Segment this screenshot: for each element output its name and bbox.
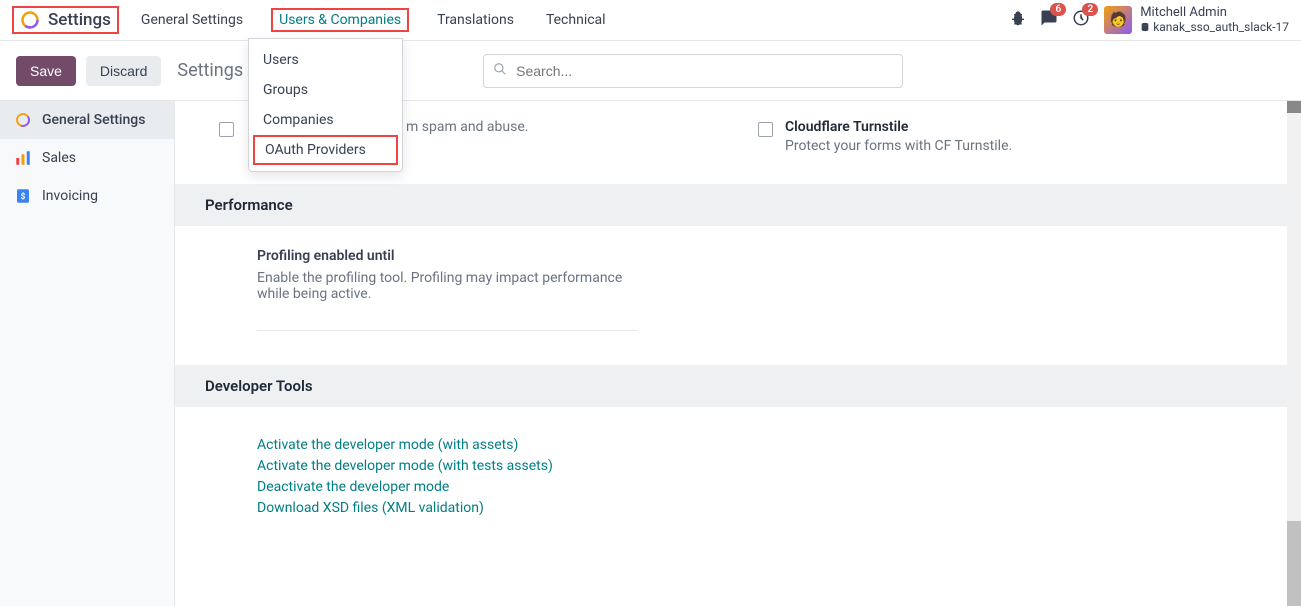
setting-title: Cloudflare Turnstile: [785, 119, 1012, 135]
setting-desc: m spam and abuse.: [406, 119, 528, 135]
perf-desc: Enable the profiling tool. Profiling may…: [257, 270, 637, 302]
sidebar-item-label: General Settings: [42, 112, 145, 128]
invoice-icon: $: [14, 187, 32, 205]
save-button[interactable]: Save: [16, 56, 76, 86]
dropdown-groups[interactable]: Groups: [249, 75, 402, 105]
app-logo-icon: [20, 10, 40, 30]
sidebar: General Settings Sales $ Invoicing: [0, 101, 175, 606]
app-badge[interactable]: Settings: [12, 6, 119, 34]
messages-badge: 6: [1050, 3, 1066, 16]
users-companies-dropdown: Users Groups Companies OAuth Providers: [248, 38, 403, 172]
gear-icon: [14, 111, 32, 129]
sidebar-item-label: Invoicing: [42, 188, 98, 204]
db-name: kanak_sso_auth_slack-17: [1140, 21, 1289, 35]
sidebar-item-sales[interactable]: Sales: [0, 139, 174, 177]
chart-icon: [14, 149, 32, 167]
sidebar-item-invoicing[interactable]: $ Invoicing: [0, 177, 174, 215]
discard-button[interactable]: Discard: [86, 56, 161, 86]
user-name: Mitchell Admin: [1140, 6, 1289, 21]
checkbox-recaptcha[interactable]: [219, 122, 234, 137]
sidebar-item-label: Sales: [42, 150, 76, 166]
dev-link-tests[interactable]: Activate the developer mode (with tests …: [257, 458, 1257, 474]
dev-link-xsd[interactable]: Download XSD files (XML validation): [257, 500, 1257, 516]
search-input[interactable]: [483, 54, 903, 88]
menu-general-settings[interactable]: General Settings: [137, 4, 247, 36]
avatar-icon: 🧑: [1104, 6, 1132, 34]
menu-users-companies[interactable]: Users & Companies: [271, 8, 409, 32]
setting-desc: Protect your forms with CF Turnstile.: [785, 138, 1012, 154]
page-title: Settings: [177, 60, 243, 81]
search-icon: [493, 62, 507, 80]
messages-icon[interactable]: 6: [1040, 9, 1058, 31]
separator: [257, 330, 637, 331]
dev-link-assets[interactable]: Activate the developer mode (with assets…: [257, 437, 1257, 453]
activity-badge: 2: [1082, 3, 1098, 16]
activity-icon[interactable]: 2: [1072, 9, 1090, 31]
scrollbar-track[interactable]: [1287, 101, 1301, 606]
dropdown-users[interactable]: Users: [249, 45, 402, 75]
top-menu: General Settings Users & Companies Trans…: [137, 4, 610, 36]
scrollbar-thumb-lower[interactable]: [1287, 521, 1301, 606]
scrollbar-thumb[interactable]: [1287, 101, 1301, 113]
checkbox-turnstile[interactable]: [758, 122, 773, 137]
menu-technical[interactable]: Technical: [542, 4, 610, 36]
main-content: m spam and abuse. Cloudflare Turnstile P…: [175, 101, 1301, 606]
dropdown-companies[interactable]: Companies: [249, 105, 402, 135]
dropdown-oauth-providers[interactable]: OAuth Providers: [253, 135, 398, 165]
perf-title: Profiling enabled until: [257, 248, 1257, 264]
setting-turnstile: Cloudflare Turnstile Protect your forms …: [758, 119, 1257, 154]
section-header-devtools: Developer Tools: [175, 365, 1301, 407]
sidebar-item-general[interactable]: General Settings: [0, 101, 174, 139]
section-header-performance: Performance: [175, 184, 1301, 226]
dev-link-deactivate[interactable]: Deactivate the developer mode: [257, 479, 1257, 495]
bug-icon[interactable]: [1010, 10, 1026, 30]
app-title: Settings: [48, 10, 111, 30]
svg-text:$: $: [21, 191, 26, 202]
database-icon: [1140, 22, 1150, 32]
menu-translations[interactable]: Translations: [433, 4, 518, 36]
user-menu[interactable]: 🧑 Mitchell Admin kanak_sso_auth_slack-17: [1104, 6, 1289, 35]
